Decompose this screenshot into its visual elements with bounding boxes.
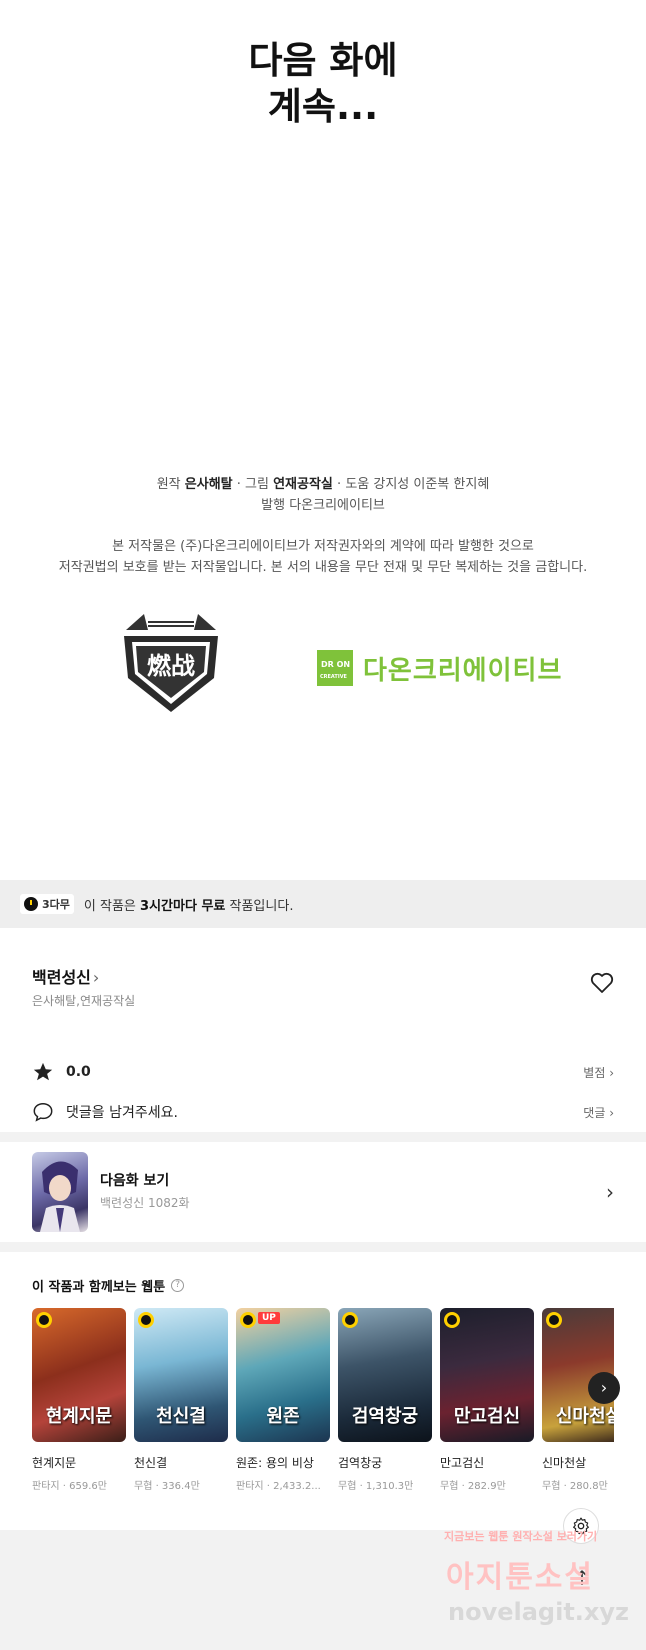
rec-meta: 판타지 · 2,433.2...: [236, 1481, 321, 1492]
clock-icon: [240, 1312, 256, 1328]
clock-icon: [546, 1312, 562, 1328]
assist-names: 강지성 이준복 한지혜: [373, 477, 490, 492]
section-divider: [0, 1132, 646, 1142]
episode-end-line2: 계속...: [267, 85, 379, 128]
clock-icon: [444, 1312, 460, 1328]
rec-cover: 만고검신: [440, 1308, 534, 1442]
studio-logo-text: 燃战: [147, 651, 195, 680]
free-badge: 3다무: [20, 894, 74, 914]
comment-icon: [33, 1103, 53, 1122]
rating-value: 0.0: [66, 1064, 91, 1080]
work-authors: 은사해탈,연재공작실: [32, 994, 136, 1008]
episode-end-line1: 다음 화에: [248, 39, 398, 82]
rec-name: 현계지문: [32, 1456, 77, 1470]
help-icon[interactable]: ?: [171, 1279, 185, 1292]
clock-icon: [24, 897, 38, 911]
comment-link[interactable]: 댓글 ›: [583, 1104, 614, 1121]
rec-name: 검역창궁: [338, 1456, 383, 1470]
rec-meta: 무협 · 280.8만: [542, 1481, 608, 1492]
rec-cover-title: 만고검신: [453, 1406, 521, 1427]
rec-cover: 천신결: [134, 1308, 228, 1442]
comment-placeholder[interactable]: 댓글을 남겨주세요.: [66, 1102, 178, 1122]
rec-cover-title: 원존: [266, 1406, 300, 1427]
rec-name: 원존: 용의 비상: [236, 1456, 314, 1470]
publisher-name: 다온크리에이티브: [289, 498, 385, 513]
free-notice-pre: 이 작품은: [83, 898, 136, 914]
rec-cover-title: 신마천살: [555, 1406, 614, 1427]
free-notice-post: 작품입니다.: [229, 898, 294, 914]
rec-cover-title: 천신결: [156, 1406, 206, 1427]
rec-cover: 현계지문: [32, 1308, 126, 1442]
rec-name: 만고검신: [440, 1456, 485, 1470]
copyright-notice: 본 저작물은 (주)다온크리에이티브가 저작권자와의 계약에 따라 발행한 것으…: [0, 536, 646, 578]
rec-cover: UP 원존: [236, 1308, 330, 1442]
copyright-line1: 본 저작물은 (주)다온크리에이티브가 저작권자와의 계약에 따라 발행한 것으…: [112, 539, 534, 554]
credits-line2: 발행 다온크리에이티브: [0, 495, 646, 516]
original-author: 은사해탈: [184, 477, 233, 492]
rec-cover-title: 검역창궁: [351, 1406, 419, 1427]
original-label: 원작: [156, 477, 181, 492]
daon-logo-word: 다온크리에이티브: [363, 655, 563, 686]
clock-icon: [36, 1312, 52, 1328]
comment-row[interactable]: 댓글을 남겨주세요. 댓글 ›: [32, 1100, 614, 1124]
rec-item[interactable]: UP 원존 원존: 용의 비상 판타지 · 2,433.2...: [236, 1308, 330, 1492]
next-episode-subtitle: 백련성신 1082화: [100, 1196, 190, 1210]
rating-row[interactable]: 0.0 별점 ›: [32, 1060, 614, 1084]
rec-item[interactable]: 현계지문 현계지문 판타지 · 659.6만: [32, 1308, 126, 1492]
section-divider: [0, 1242, 646, 1252]
next-episode-card[interactable]: 다음화 보기 백련성신 1082화 ›: [0, 1142, 646, 1242]
rec-meta: 판타지 · 659.6만: [32, 1481, 107, 1492]
work-info: 백련성신 › 은사해탈,연재공작실 0.0 별점 › 댓글을 남겨주세요. 댓글 …: [0, 928, 646, 1132]
studio-logo: 燃战: [118, 612, 224, 716]
rec-cover-title: 현계지문: [45, 1406, 113, 1427]
recommendations-carousel[interactable]: 현계지문 현계지문 판타지 · 659.6만 천신결 천신결 무협 · 336.…: [32, 1308, 614, 1498]
work-title: 백련성신: [32, 968, 91, 987]
watermark-line2: 아지툰소설: [446, 1560, 594, 1595]
recommendations-title: 이 작품과 함께보는 웹툰: [32, 1280, 166, 1295]
free-badge-label: 3다무: [42, 898, 70, 911]
free-notice-bar: 3다무 이 작품은 3시간마다 무료 작품입니다.: [0, 880, 646, 928]
chevron-right-icon: ›: [606, 1180, 614, 1204]
character-illustration: [40, 1161, 80, 1232]
rec-meta: 무협 · 282.9만: [440, 1481, 506, 1492]
watermark-line1: 지금보는 웹툰 원작소설 보러가기: [444, 1530, 598, 1543]
star-icon: [33, 1062, 53, 1081]
free-notice-bold: 3시간마다 무료: [140, 898, 226, 914]
clock-icon: [138, 1312, 154, 1328]
next-episode-thumbnail: [32, 1152, 88, 1232]
copyright-line2: 저작권법의 보호를 받는 저작물입니다. 본 서의 내용을 무단 전재 및 무단…: [58, 560, 588, 575]
daon-creative-logo: DR ON CREATIVE 다온크리에이티브: [317, 648, 579, 688]
daon-logo-box: DR ON CREATIVE: [317, 650, 353, 686]
assist-label: 도움: [345, 477, 370, 492]
episode-end-text: 다음 화에 계속...: [0, 38, 646, 130]
daon-box-bottom: CREATIVE: [320, 674, 347, 680]
heart-icon[interactable]: [590, 972, 614, 994]
art-label: 그림: [245, 477, 269, 492]
work-title-link[interactable]: 백련성신 ›: [32, 964, 99, 988]
up-badge: UP: [258, 1312, 280, 1324]
rec-cover: 검역창궁: [338, 1308, 432, 1442]
recommendations-section: 이 작품과 함께보는 웹툰 ? 현계지문 현계지문 판타지 · 659.6만 천…: [0, 1252, 646, 1530]
clock-icon: [342, 1312, 358, 1328]
carousel-next-button[interactable]: ›: [588, 1372, 620, 1404]
rec-item[interactable]: 천신결 천신결 무협 · 336.4만: [134, 1308, 228, 1492]
watermark-line3: novelagit.xyz: [448, 1598, 630, 1626]
next-episode-title: 다음화 보기: [100, 1173, 170, 1189]
rec-name: 천신결: [134, 1456, 168, 1470]
rec-meta: 무협 · 1,310.3만: [338, 1481, 414, 1492]
chevron-right-icon: ›: [92, 968, 100, 987]
rating-link[interactable]: 별점 ›: [583, 1064, 614, 1081]
publisher-label: 발행: [261, 498, 286, 513]
credits-line1: 원작 은사해탈 · 그림 연재공작실 · 도움 강지성 이준복 한지혜: [156, 477, 490, 492]
rec-item[interactable]: 만고검신 만고검신 무협 · 282.9만: [440, 1308, 534, 1492]
daon-box-top: DR ON: [321, 660, 351, 669]
rec-meta: 무협 · 336.4만: [134, 1481, 200, 1492]
recommendations-title-row: 이 작품과 함께보는 웹툰 ?: [32, 1276, 185, 1295]
rec-name: 신마천살: [542, 1456, 587, 1470]
art-author: 연재공작실: [273, 477, 333, 492]
rec-item[interactable]: 검역창궁 검역창궁 무협 · 1,310.3만: [338, 1308, 432, 1492]
credits: 원작 은사해탈 · 그림 연재공작실 · 도움 강지성 이준복 한지혜 발행 다…: [0, 474, 646, 516]
